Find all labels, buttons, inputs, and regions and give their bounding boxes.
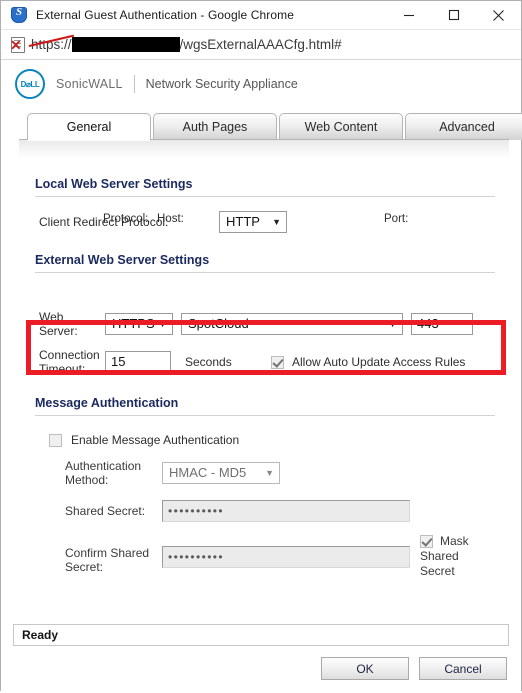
- confirm-shared-secret-label: Confirm Shared Secret:: [65, 534, 162, 574]
- connection-timeout-label-line1: Connection: [39, 348, 100, 362]
- section-title-external-web-server: External Web Server Settings: [35, 253, 210, 267]
- tab-underline: [19, 139, 509, 158]
- web-server-label-line1: Web: [39, 310, 64, 324]
- tab-advanced[interactable]: Advanced: [405, 113, 522, 140]
- section-title-message-authentication: Message Authentication: [35, 396, 179, 410]
- confirm-shared-secret-value: ••••••••••: [168, 550, 225, 564]
- column-header-protocol: Protocol:: [103, 213, 149, 225]
- cancel-button-label: Cancel: [444, 661, 482, 676]
- connection-timeout-value: 15: [111, 354, 126, 369]
- chevron-down-icon: ▼: [265, 468, 274, 478]
- confirm-shared-secret-label-line2: Secret:: [65, 560, 104, 574]
- connection-timeout-label-line2: Timeout:: [39, 362, 86, 376]
- section-rule: [35, 196, 495, 197]
- chevron-down-icon: ▼: [158, 319, 167, 329]
- connection-timeout-input[interactable]: 15: [105, 351, 171, 373]
- authentication-method-select[interactable]: HMAC - MD5 ▼: [162, 462, 280, 484]
- web-server-port-input[interactable]: 443: [411, 313, 473, 335]
- tab-web-content-label: Web Content: [304, 120, 378, 134]
- authentication-method-label-line2: Method:: [65, 473, 109, 487]
- row-enable-message-authentication: Enable Message Authentication: [23, 433, 499, 447]
- row-web-server: Web Server: HTTPS ▼ SpotCloud ▼ 443: [23, 310, 499, 338]
- web-server-host-value: SpotCloud: [188, 316, 249, 331]
- maximize-button[interactable]: [431, 1, 476, 29]
- brand-bar: D⌀LL SonicWALL Network Security Applianc…: [1, 60, 521, 108]
- tab-auth-pages[interactable]: Auth Pages: [153, 113, 277, 140]
- enable-message-authentication-label: Enable Message Authentication: [71, 433, 240, 447]
- enable-message-authentication-checkbox[interactable]: [49, 433, 62, 447]
- column-header-port: Port:: [384, 213, 409, 225]
- shield-icon: [11, 6, 27, 23]
- tab-advanced-label: Advanced: [439, 120, 495, 134]
- client-redirect-protocol-select[interactable]: HTTP ▼: [219, 211, 287, 233]
- page-content: D⌀LL SonicWALL Network Security Applianc…: [1, 60, 522, 693]
- shared-secret-label: Shared Secret:: [65, 504, 146, 518]
- row-shared-secret: Shared Secret: ••••••••••: [23, 500, 499, 522]
- confirm-shared-secret-label-line1: Confirm Shared: [65, 546, 150, 560]
- authentication-method-label-line1: Authentication: [65, 459, 142, 473]
- connection-timeout-label: Connection Timeout:: [39, 348, 105, 376]
- chevron-down-icon: ▼: [272, 217, 281, 227]
- seconds-label: Seconds: [185, 355, 232, 369]
- web-server-protocol-select[interactable]: HTTPS ▼: [105, 313, 173, 335]
- row-client-redirect-protocol: Client Redirect Protocol: HTTP ▼: [23, 211, 499, 233]
- row-confirm-shared-secret: Confirm Shared Secret: •••••••••• Mask S…: [23, 534, 499, 579]
- chevron-down-icon: ▼: [388, 319, 397, 329]
- authentication-method-label: Authentication Method:: [65, 459, 162, 487]
- column-header-host: Host:: [157, 213, 184, 225]
- authentication-method-value: HMAC - MD5: [169, 465, 247, 480]
- url-text[interactable]: https :///wgsExternalAAACfg.html#: [28, 34, 342, 52]
- sonicwall-label: SonicWALL: [56, 77, 123, 91]
- status-bar: Ready: [13, 624, 509, 646]
- ok-button[interactable]: OK: [321, 657, 409, 680]
- section-rule: [35, 272, 495, 273]
- mask-shared-secret-label-line1: Mask: [440, 534, 469, 548]
- tab-auth-pages-label: Auth Pages: [182, 120, 248, 134]
- ok-button-label: OK: [356, 661, 374, 676]
- appliance-label: Network Security Appliance: [145, 77, 298, 91]
- row-authentication-method: Authentication Method: HMAC - MD5 ▼: [23, 459, 499, 487]
- section-rule: [35, 415, 495, 416]
- dell-logo-icon: D⌀LL: [15, 69, 45, 99]
- web-server-label: Web Server:: [39, 310, 105, 338]
- shared-secret-input[interactable]: ••••••••••: [162, 500, 410, 522]
- row-connection-timeout: Connection Timeout: 15 Seconds Allow Aut…: [23, 348, 499, 376]
- redacted-host: [71, 37, 180, 52]
- browser-window: External Guest Authentication - Google C…: [0, 0, 522, 693]
- dialog-buttons: OK Cancel: [321, 657, 507, 680]
- minimize-button[interactable]: [386, 1, 431, 29]
- tab-general[interactable]: General: [27, 113, 151, 140]
- mask-shared-secret-checkbox[interactable]: [420, 535, 433, 548]
- window-title: External Guest Authentication - Google C…: [36, 8, 294, 22]
- allow-auto-update-label: Allow Auto Update Access Rules: [292, 355, 466, 369]
- brand-divider: [133, 75, 135, 93]
- title-bar: External Guest Authentication - Google C…: [1, 1, 521, 30]
- mask-shared-secret-group: Mask Shared Secret: [420, 534, 488, 579]
- url-path: /wgsExternalAAACfg.html#: [179, 37, 342, 52]
- confirm-shared-secret-input[interactable]: ••••••••••: [162, 546, 410, 568]
- close-button[interactable]: [476, 1, 521, 29]
- tab-web-content[interactable]: Web Content: [279, 113, 403, 140]
- client-redirect-protocol-value: HTTP: [226, 214, 260, 229]
- mask-shared-secret-label-line3: Secret: [420, 564, 455, 578]
- web-server-protocol-value: HTTPS: [112, 316, 155, 331]
- window-controls: [386, 1, 521, 29]
- cancel-button[interactable]: Cancel: [419, 657, 507, 680]
- tab-strip: General Auth Pages Web Content Advanced: [1, 110, 522, 140]
- web-server-port-value: 443: [417, 316, 439, 331]
- web-server-label-line2: Server:: [39, 324, 78, 338]
- tab-general-label: General: [66, 120, 112, 134]
- section-title-local-web-server: Local Web Server Settings: [35, 177, 193, 191]
- not-secure-page-icon[interactable]: ✕: [10, 36, 27, 53]
- mask-shared-secret-label-line2: Shared: [420, 549, 459, 563]
- url-scheme: https: [28, 34, 75, 52]
- shared-secret-value: ••••••••••: [168, 504, 225, 518]
- web-server-host-select[interactable]: SpotCloud ▼: [181, 313, 403, 335]
- dell-logo-text: D⌀LL: [20, 79, 40, 89]
- status-text: Ready: [22, 628, 59, 642]
- form-body: Local Web Server Settings Client Redirec…: [1, 177, 521, 579]
- address-bar[interactable]: ✕ https :///wgsExternalAAACfg.html#: [1, 30, 521, 60]
- allow-auto-update-checkbox[interactable]: [271, 355, 284, 369]
